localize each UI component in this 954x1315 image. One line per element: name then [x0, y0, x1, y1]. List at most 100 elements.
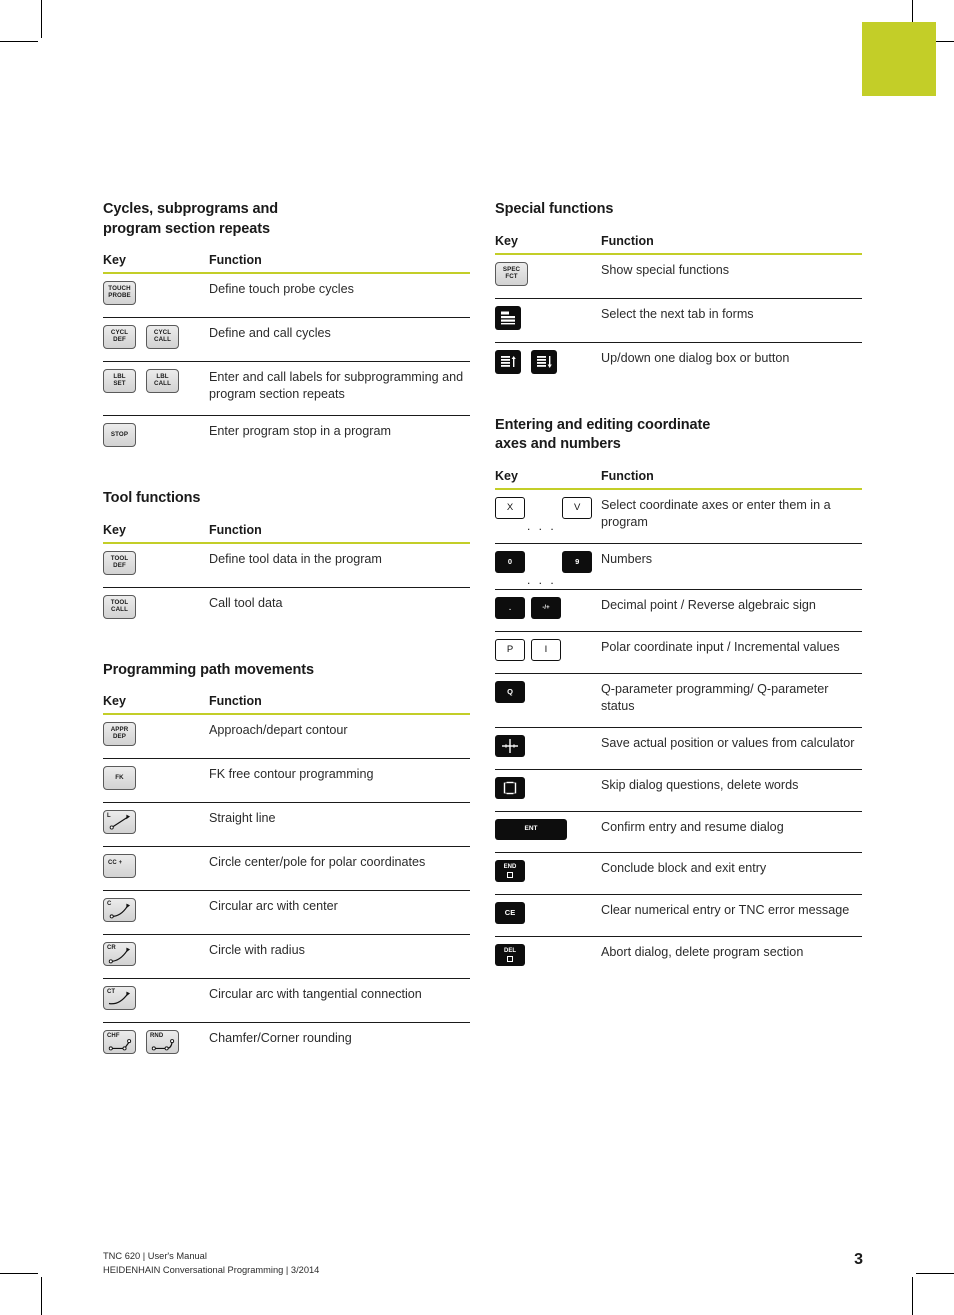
table-row: Up/down one dialog box or button	[495, 342, 862, 386]
table-tool-functions: Key Function TOOL DEF Define tool data i…	[103, 523, 470, 631]
appr-dep-key[interactable]: APPR DEP	[103, 722, 136, 747]
table-row: X . . . V Select coordinate axes or ente…	[495, 488, 862, 544]
key-cell	[495, 342, 601, 386]
section-title-cycles: Cycles, subprograms and program section …	[103, 201, 278, 237]
dialog-down-key[interactable]	[531, 349, 557, 374]
table-row: Save actual position or values from calc…	[495, 727, 862, 770]
chamfer-icon	[108, 1039, 132, 1051]
table-row: Skip dialog questions, delete words	[495, 769, 862, 812]
key-cell: . -/+	[495, 589, 601, 632]
function-cell: Clear numerical entry or TNC error messa…	[601, 894, 862, 937]
column-header-key: Key	[495, 233, 518, 248]
column-header-function: Function	[209, 694, 262, 709]
dialog-up-key[interactable]	[495, 349, 521, 374]
axis-v-key[interactable]: V	[562, 496, 593, 519]
touch-probe-key[interactable]: TOUCH PROBE	[103, 281, 136, 306]
table-row: FK FK free contour programming	[103, 758, 470, 804]
crop-mark-bottom-right-horizontal	[916, 1273, 954, 1274]
circular-arc-tangential-key[interactable]: CT	[103, 986, 136, 1011]
lbl-set-key[interactable]: LBL SET	[103, 369, 136, 394]
straight-line-key[interactable]: L	[103, 810, 136, 835]
key-cell: CE	[495, 894, 601, 937]
table-header-row: Key Function	[103, 523, 470, 543]
function-cell: Conclude block and exit entry	[601, 852, 862, 895]
key-cell: TOOL CALL	[103, 587, 209, 631]
function-cell: Skip dialog questions, delete words	[601, 769, 862, 812]
dialog-down-icon	[535, 353, 553, 370]
table-row: . -/+ Decimal point / Reverse algebraic …	[495, 589, 862, 632]
decimal-point-key[interactable]: .	[495, 596, 525, 619]
function-cell: Show special functions	[601, 253, 862, 299]
crop-mark-bottom-left-horizontal	[0, 1273, 38, 1274]
footer-line-2: HEIDENHAIN Conversational Programming | …	[103, 1264, 320, 1275]
enter-key[interactable]: ENT	[495, 818, 567, 840]
number-9-key[interactable]: 9	[562, 550, 593, 573]
end-key[interactable]: END	[495, 859, 525, 882]
cycl-call-key[interactable]: CYCL CALL	[146, 325, 179, 350]
circle-center-pole-key[interactable]: CC +	[103, 854, 136, 879]
crosshair-icon	[502, 738, 518, 753]
table-row: CYCL DEF CYCL CALL Define and call cycle…	[103, 317, 470, 363]
axis-x-key[interactable]: X	[495, 496, 525, 519]
no-entry-icon	[503, 780, 517, 795]
table-row: DEL Abort dialog, delete program section	[495, 936, 862, 978]
skip-dialog-key[interactable]	[495, 776, 525, 799]
function-cell: Save actual position or values from calc…	[601, 727, 862, 770]
cycl-def-key[interactable]: CYCL DEF	[103, 325, 136, 350]
key-cell: TOUCH PROBE	[103, 273, 209, 319]
circular-arc-center-key[interactable]: C	[103, 898, 136, 923]
column-header-key: Key	[495, 468, 518, 483]
table-row: L Straight line	[103, 802, 470, 848]
column-header-function: Function	[209, 522, 262, 537]
chamfer-key[interactable]: CHF	[103, 1030, 136, 1055]
function-cell: FK free contour programming	[209, 758, 470, 804]
function-cell: Circle center/pole for polar coordinates	[209, 846, 470, 892]
table-row: CE Clear numerical entry or TNC error me…	[495, 894, 862, 937]
function-cell: Approach/depart contour	[209, 714, 470, 760]
table-row: Q Q-parameter programming/ Q-parameter s…	[495, 673, 862, 728]
table-row: CHF RND Chamfer/Corner rounding	[103, 1023, 470, 1067]
sign-reverse-key[interactable]: -/+	[531, 596, 561, 619]
crop-mark-top-left-vertical	[41, 0, 42, 38]
function-cell: Select coordinate axes or enter them in …	[601, 488, 862, 544]
key-cell: P I	[495, 631, 601, 674]
table-row: APPR DEP Approach/depart contour	[103, 714, 470, 760]
tool-def-key[interactable]: TOOL DEF	[103, 550, 136, 575]
incremental-i-key[interactable]: I	[531, 638, 561, 661]
axis-range-ellipsis: . . .	[527, 518, 557, 533]
fk-key[interactable]: FK	[103, 766, 136, 791]
function-cell: Decimal point / Reverse algebraic sign	[601, 589, 862, 632]
delete-key[interactable]: DEL	[495, 943, 525, 966]
table-row: P I Polar coordinate input / Incremental…	[495, 631, 862, 674]
tool-call-key[interactable]: TOOL CALL	[103, 594, 136, 619]
rounding-key[interactable]: RND	[146, 1030, 179, 1055]
key-cell: CYCL DEF CYCL CALL	[103, 317, 209, 363]
stop-key[interactable]: STOP	[103, 423, 136, 448]
key-cell	[495, 769, 601, 812]
key-cell: APPR DEP	[103, 714, 209, 760]
q-parameter-key[interactable]: Q	[495, 680, 525, 703]
arc-tangential-icon	[108, 991, 131, 1005]
number-0-key[interactable]: 0	[495, 550, 525, 573]
next-tab-key[interactable]	[495, 305, 521, 330]
key-cell: FK	[103, 758, 209, 804]
table-row: ENT Confirm entry and resume dialog	[495, 811, 862, 853]
actual-position-capture-key[interactable]	[495, 734, 525, 757]
table-cycles: Key Function TOUCH PROBE Define touch pr…	[103, 253, 470, 459]
spec-fct-key[interactable]: SPEC FCT	[495, 261, 528, 286]
polar-p-key[interactable]: P	[495, 638, 525, 661]
function-cell: Enter and call labels for subprogramming…	[209, 361, 470, 417]
clear-entry-key[interactable]: CE	[495, 901, 525, 924]
function-cell: Straight line	[209, 802, 470, 848]
function-cell: Q-parameter programming/ Q-parameter sta…	[601, 673, 862, 728]
key-cell	[495, 298, 601, 343]
footer-imprint: TNC 620 | User's Manual HEIDENHAIN Conve…	[103, 1250, 319, 1277]
circle-radius-key[interactable]: CR	[103, 942, 136, 967]
key-cell: CHF RND	[103, 1023, 209, 1067]
table-row: TOOL CALL Call tool data	[103, 587, 470, 631]
page-footer: TNC 620 | User's Manual HEIDENHAIN Conve…	[103, 1250, 863, 1277]
table-header-row: Key Function	[103, 253, 470, 274]
column-header-key: Key	[103, 253, 126, 268]
lbl-call-key[interactable]: LBL CALL	[146, 369, 179, 394]
left-column: Cycles, subprograms and program section …	[103, 200, 470, 1066]
